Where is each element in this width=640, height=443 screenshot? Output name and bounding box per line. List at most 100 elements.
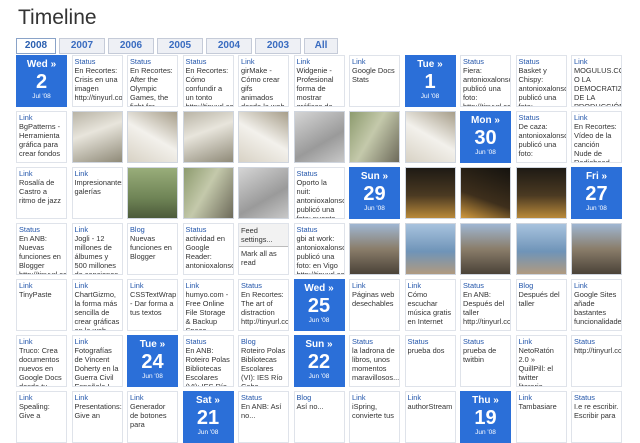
photo-thumbnail[interactable] xyxy=(571,223,622,275)
timeline-item-link[interactable]: Link NetoRatón 2.0 » QuillPill: el twitte… xyxy=(515,335,567,387)
timeline-item-link[interactable]: Link humyo.com - Free Online File Storage… xyxy=(182,279,234,331)
tab-all[interactable]: All xyxy=(304,38,338,54)
tab-2005[interactable]: 2005 xyxy=(157,38,203,54)
photo-thumbnail[interactable] xyxy=(127,167,178,219)
timeline-item-link[interactable]: Link Cómo escuchar música gratis en Inter… xyxy=(404,279,456,331)
photo-thumbnail[interactable] xyxy=(238,111,289,163)
item-text: la ladrona de libros, unos momentos mara… xyxy=(352,346,400,382)
item-type: Link xyxy=(74,281,89,290)
timeline-item-link[interactable]: Link En Recortes: Vídeo de la canción Nud… xyxy=(571,111,622,163)
timeline-item-blog[interactable]: Blog Así no... xyxy=(293,391,345,443)
photo-thumbnail[interactable] xyxy=(127,111,178,163)
timeline-item-status[interactable]: Statushttp://tinyurl.com/5863qs xyxy=(571,335,622,387)
timeline-item-link[interactable]: Link iSpring, convierte tus xyxy=(349,391,400,443)
date-marker: Tue » 24 Jun '08 xyxy=(127,335,178,387)
date-month: Jun '08 xyxy=(475,429,496,436)
timeline-item-status[interactable]: Status prueba dos xyxy=(404,335,456,387)
photo-thumbnail[interactable] xyxy=(404,111,456,163)
timeline-item-status[interactable]: Status Oporto la nuit: antonioxalonso pub… xyxy=(293,167,345,219)
timeline-item-status[interactable]: Status I.e re escribir. Escribir para xyxy=(571,391,622,443)
tab-2003[interactable]: 2003 xyxy=(255,38,301,54)
screenshot-thumbnail[interactable]: Feed settings... Mark all as read xyxy=(238,223,289,275)
timeline-item-link[interactable]: Link Páginas web desechables xyxy=(349,279,400,331)
timeline-item-status[interactable]: Status En Recortes: After the Olympic Gam… xyxy=(127,55,178,107)
photo-thumbnail[interactable] xyxy=(182,167,234,219)
timeline-item-status[interactable]: Status actividad en Google Reader: antoni… xyxy=(182,223,234,275)
item-type: Link xyxy=(407,281,422,290)
timeline-item-link[interactable]: Link Generador de botones para xyxy=(127,391,178,443)
photo-thumbnail[interactable] xyxy=(349,223,400,275)
timeline-item-link[interactable]: Link Widgenie - Profesional forma de most… xyxy=(293,55,345,107)
photo-thumbnail[interactable] xyxy=(404,167,456,219)
timeline-item-link[interactable]: LinkMOGULUS.COM O LA DEMOCRATIZACIÓN DE … xyxy=(571,55,622,107)
photo-thumbnail[interactable] xyxy=(349,111,400,163)
date-weekday: Thu » xyxy=(472,395,499,406)
timeline-item-link[interactable]: Link Google Sites añade bastantes funcion… xyxy=(571,279,622,331)
timeline-item-link[interactable]: Link Fotografías de Vincent Doherty en la… xyxy=(71,335,123,387)
photo-thumbnail[interactable] xyxy=(515,167,567,219)
item-type: Link xyxy=(19,113,33,122)
timeline-item-status[interactable]: Status En Recortes: Cómo confundir a un t… xyxy=(182,55,234,107)
item-type: Link xyxy=(74,337,89,346)
photo-thumbnail[interactable] xyxy=(460,167,511,219)
timeline-item-status[interactable]: Status En ANB: Nuevas funciones en Blogge… xyxy=(16,223,67,275)
photo-thumbnail[interactable] xyxy=(238,167,289,219)
timeline-item-link[interactable]: Link Presentations: Give an xyxy=(71,391,123,443)
photo-thumbnail[interactable] xyxy=(404,223,456,275)
timeline-item-blog[interactable]: Blog Roteiro Polas Bibliotecas Escolares … xyxy=(238,335,289,387)
tab-2006[interactable]: 2006 xyxy=(108,38,154,54)
tab-2007[interactable]: 2007 xyxy=(59,38,105,54)
item-text: Roteiro Polas Bibliotecas Escolares (VI)… xyxy=(241,346,286,387)
timeline-item-link[interactable]: Link Tambasiare xyxy=(515,391,567,443)
year-tabs: 2008 2007 2006 2005 2004 2003 All xyxy=(16,38,338,54)
timeline-item-link[interactable]: Link TinyPaste xyxy=(16,279,67,331)
timeline-item-status[interactable]: Status De caza: antonioxalonso publicó un… xyxy=(515,111,567,163)
item-text: actividad en Google Reader: antonioxalon… xyxy=(185,234,234,270)
timeline-item-status[interactable]: Status gbi at work: antonioxalonso public… xyxy=(293,223,345,275)
photo-thumbnail[interactable] xyxy=(293,111,345,163)
timeline-item-link[interactable]: Link Impresionantes galerías xyxy=(71,167,123,219)
item-text: humyo.com - Free Online File Storage & B… xyxy=(185,290,229,331)
timeline-item-status[interactable]: Status En ANB: Después del taller http://… xyxy=(460,279,511,331)
timeline-item-link[interactable]: Link authorStream xyxy=(404,391,456,443)
item-text: Presentations: Give an xyxy=(74,402,122,420)
date-marker: Sun » 29 Jun '08 xyxy=(349,167,400,219)
timeline-item-link[interactable]: Link Spealing: Give a xyxy=(16,391,67,443)
item-type: Status xyxy=(574,393,595,402)
item-type: Link xyxy=(352,393,366,402)
date-month: Jun '08 xyxy=(197,429,219,436)
timeline-item-status[interactable]: Status la ladrona de libros, unos momento… xyxy=(349,335,400,387)
timeline-item-status[interactable]: Status En ANB: Roteiro Polas Bibliotecas … xyxy=(182,335,234,387)
timeline-item-blog[interactable]: Blog Después del taller xyxy=(515,279,567,331)
timeline-item-link[interactable]: Link Jogli - 12 millones de álbumes y 500… xyxy=(71,223,123,275)
timeline-item-link[interactable]: Link ChartGizmo, la forma más sencilla de… xyxy=(71,279,123,331)
timeline-item-link[interactable]: Link girMake - Cómo crear gifs animados d… xyxy=(238,55,289,107)
timeline-item-status[interactable]: Status En Recortes: The art of distractio… xyxy=(238,279,289,331)
photo-thumbnail[interactable] xyxy=(515,223,567,275)
item-text: Widgenie - Profesional forma de mostrar … xyxy=(296,66,334,107)
timeline-item-link[interactable]: Link Rosalía de Castro a ritmo de jazz xyxy=(16,167,67,219)
photo-thumbnail[interactable] xyxy=(71,111,123,163)
date-marker: Fri » 27 Jun '08 xyxy=(571,167,622,219)
tab-2008[interactable]: 2008 xyxy=(16,38,56,54)
timeline-item-status[interactable]: Status prueba de twitbin xyxy=(460,335,511,387)
timeline-item-status[interactable]: Status En Recortes: Crisis en una imagen … xyxy=(71,55,123,107)
tab-2004[interactable]: 2004 xyxy=(206,38,252,54)
item-type: Status xyxy=(185,57,207,66)
photo-thumbnail[interactable] xyxy=(182,111,234,163)
timeline-item-status[interactable]: Status Fiera: antonioxalonso publicó una … xyxy=(460,55,511,107)
date-weekday: Sun » xyxy=(305,339,333,350)
photo-thumbnail[interactable] xyxy=(460,223,511,275)
date-weekday: Tue » xyxy=(139,339,166,350)
timeline-item-link[interactable]: Link Google Docs Stats xyxy=(349,55,400,107)
item-text: TinyPaste xyxy=(19,290,52,299)
item-type: Link xyxy=(130,393,144,402)
timeline-item-link[interactable]: Link BgPatterns - Herramienta gráfica par… xyxy=(16,111,67,163)
item-text: Tambasiare xyxy=(518,402,557,411)
timeline-item-link[interactable]: Link Truco: Crea documentos nuevos en Goo… xyxy=(16,335,67,387)
timeline-item-status[interactable]: Status Basket y Chispy: antonioxalonso pu… xyxy=(515,55,567,107)
timeline-item-blog[interactable]: Blog Nuevas funciones en Blogger xyxy=(127,223,178,275)
timeline-item-link[interactable]: Link CSSTextWrap - Dar forma a tus textos xyxy=(127,279,178,331)
item-text: NetoRatón 2.0 » QuillPill: el twitter li… xyxy=(518,346,554,387)
timeline-item-status[interactable]: Status En ANB: Así no... xyxy=(238,391,289,443)
